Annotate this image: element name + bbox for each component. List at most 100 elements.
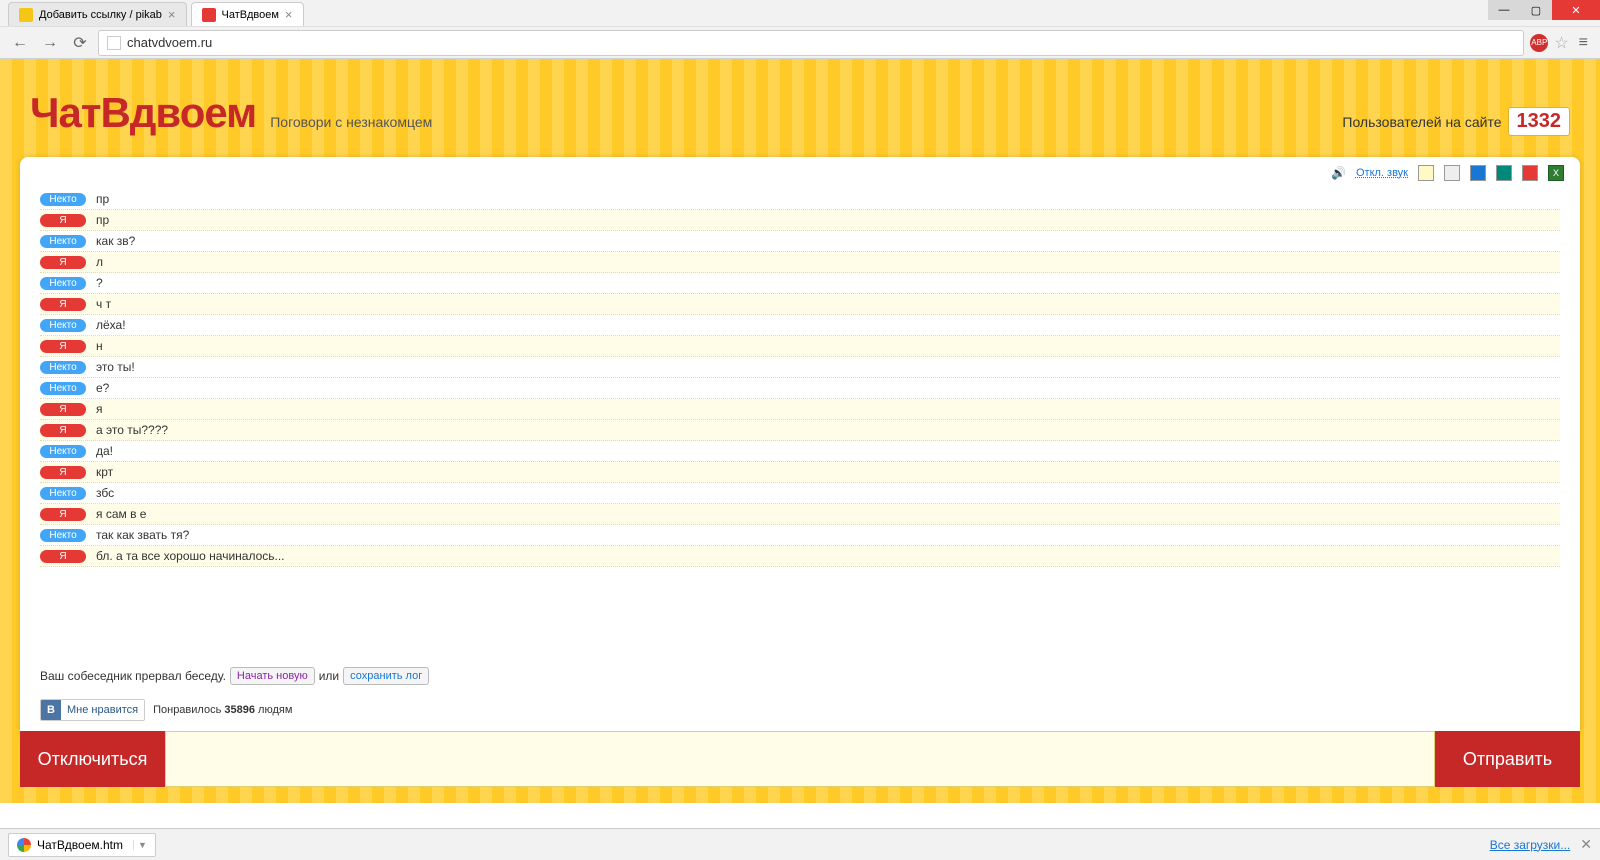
download-dropdown-icon[interactable]: ▼: [133, 840, 147, 850]
browser-menu-icon[interactable]: ≡: [1575, 34, 1592, 52]
badge-stranger: Некто: [40, 193, 86, 206]
download-bar-close-icon[interactable]: ✕: [1580, 836, 1592, 853]
badge-self: Я: [40, 298, 86, 311]
badge-stranger: Некто: [40, 277, 86, 290]
message-text: е?: [96, 381, 109, 395]
or-text: или: [319, 669, 339, 683]
url-input[interactable]: chatvdvoem.ru: [98, 30, 1524, 56]
send-button[interactable]: Отправить: [1435, 731, 1580, 787]
tab-title: Добавить ссылку / pikab: [39, 9, 162, 21]
vk-like-button[interactable]: B Мне нравится: [40, 699, 145, 721]
bookmark-star-icon[interactable]: ☆: [1554, 33, 1568, 53]
message-text: лёха!: [96, 318, 126, 332]
vk-like-label: Мне нравится: [61, 700, 144, 720]
end-notice-text: Ваш собеседник прервал беседу.: [40, 669, 226, 683]
badge-self: Я: [40, 256, 86, 269]
browser-tab-active[interactable]: ЧатВдвоем ×: [191, 2, 304, 26]
badge-stranger: Некто: [40, 319, 86, 332]
theme-swatch-red[interactable]: [1522, 165, 1538, 181]
message-text: пр: [96, 213, 109, 227]
message-text: н: [96, 339, 103, 353]
badge-stranger: Некто: [40, 382, 86, 395]
message-text: л: [96, 255, 103, 269]
window-close-button[interactable]: ✕: [1552, 0, 1600, 20]
favicon-icon: [19, 8, 33, 22]
message-text: я сам в е: [96, 507, 146, 521]
chat-panel: 🔊 Откл. звук X НектопрЯпрНектокак зв?ЯлН…: [20, 157, 1580, 731]
message-text: я: [96, 402, 103, 416]
sound-toggle-link[interactable]: Откл. звук: [1356, 167, 1408, 179]
chat-log[interactable]: НектопрЯпрНектокак зв?ЯлНекто?Яч тНектол…: [20, 185, 1580, 655]
tabs-bar: Добавить ссылку / pikab × ЧатВдвоем ×: [0, 0, 1600, 26]
download-item[interactable]: ЧатВдвоем.htm ▼: [8, 833, 156, 857]
window-maximize-button[interactable]: ▢: [1520, 0, 1552, 20]
tab-close-icon[interactable]: ×: [285, 7, 293, 22]
message-row: Япр: [40, 210, 1560, 231]
message-row: Некто лёха!: [40, 315, 1560, 336]
badge-self: Я: [40, 424, 86, 437]
message-row: Яч т: [40, 294, 1560, 315]
start-new-button[interactable]: Начать новую: [230, 667, 315, 685]
export-excel-icon[interactable]: X: [1548, 165, 1564, 181]
message-row: Некто збс: [40, 483, 1560, 504]
url-text: chatvdvoem.ru: [127, 35, 212, 50]
browser-chrome: — ▢ ✕ Добавить ссылку / pikab × ЧатВдвое…: [0, 0, 1600, 59]
window-minimize-button[interactable]: —: [1488, 0, 1520, 20]
message-row: Некто е?: [40, 378, 1560, 399]
badge-self: Я: [40, 214, 86, 227]
users-label: Пользователей на сайте: [1342, 114, 1501, 130]
save-log-button[interactable]: сохранить лог: [343, 667, 429, 685]
site-logo[interactable]: ЧатВдвоем: [30, 89, 256, 137]
message-row: Некто?: [40, 273, 1560, 294]
badge-stranger: Некто: [40, 529, 86, 542]
message-row: Некто так как звать тя?: [40, 525, 1560, 546]
extension-abp-icon[interactable]: ABP: [1530, 34, 1548, 52]
favicon-icon: [202, 8, 216, 22]
chat-end-notice: Ваш собеседник прервал беседу. Начать но…: [20, 655, 1580, 693]
message-input[interactable]: [165, 731, 1435, 787]
message-text: крт: [96, 465, 113, 479]
like-count-text: Понравилось 35896 людям: [153, 704, 292, 716]
message-text: так как звать тя?: [96, 528, 189, 542]
message-text: збс: [96, 486, 114, 500]
message-text: бл. а та все хорошо начиналось...: [96, 549, 285, 563]
page-icon: [107, 36, 121, 50]
users-count: 1332: [1508, 107, 1571, 136]
disconnect-button[interactable]: Отключиться: [20, 731, 165, 787]
message-row: Некто это ты!: [40, 357, 1560, 378]
message-row: Нектода!: [40, 441, 1560, 462]
badge-stranger: Некто: [40, 235, 86, 248]
browser-tab-inactive[interactable]: Добавить ссылку / pikab ×: [8, 2, 187, 26]
tab-close-icon[interactable]: ×: [168, 7, 176, 22]
nav-reload-button[interactable]: ⟳: [68, 31, 92, 55]
message-text: это ты!: [96, 360, 135, 374]
show-all-downloads-link[interactable]: Все загрузки...: [1490, 838, 1571, 852]
theme-swatch-blue[interactable]: [1470, 165, 1486, 181]
message-row: Яя сам в е: [40, 504, 1560, 525]
address-bar: ← → ⟳ chatvdvoem.ru ABP ☆ ≡: [0, 26, 1600, 58]
message-row: Нектопр: [40, 189, 1560, 210]
like-bar: B Мне нравится Понравилось 35896 людям: [20, 693, 1580, 731]
message-text: ?: [96, 276, 103, 290]
theme-swatch-teal[interactable]: [1496, 165, 1512, 181]
nav-back-button[interactable]: ←: [8, 31, 32, 55]
sound-icon: 🔊: [1331, 166, 1346, 180]
badge-stranger: Некто: [40, 487, 86, 500]
message-text: а это ты????: [96, 423, 168, 437]
badge-self: Я: [40, 466, 86, 479]
message-row: Ян: [40, 336, 1560, 357]
message-text: да!: [96, 444, 113, 458]
theme-swatch-yellow[interactable]: [1418, 165, 1434, 181]
tab-title: ЧатВдвоем: [222, 9, 279, 21]
page-body: ЧатВдвоем Поговори с незнакомцем Пользов…: [0, 59, 1600, 803]
badge-self: Я: [40, 340, 86, 353]
chat-toolbar: 🔊 Откл. звук X: [20, 157, 1580, 185]
nav-forward-button[interactable]: →: [38, 31, 62, 55]
theme-swatch-grey[interactable]: [1444, 165, 1460, 181]
chat-input-bar: Отключиться Отправить: [20, 731, 1580, 787]
download-bar: ЧатВдвоем.htm ▼ Все загрузки... ✕: [0, 828, 1600, 860]
badge-stranger: Некто: [40, 361, 86, 374]
message-row: Ябл. а та все хорошо начиналось...: [40, 546, 1560, 567]
window-controls: — ▢ ✕: [1488, 0, 1600, 20]
site-tagline: Поговори с незнакомцем: [270, 114, 432, 130]
